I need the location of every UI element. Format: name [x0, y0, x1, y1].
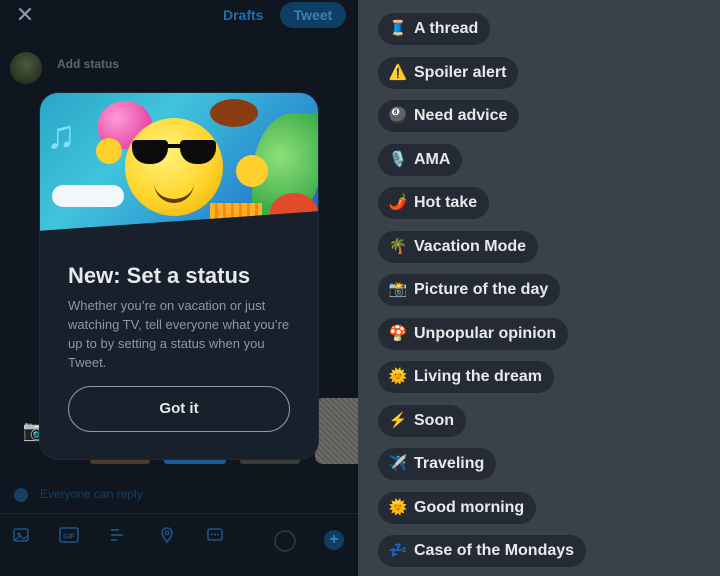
status-option-label: Soon — [414, 412, 454, 429]
heart-eyes-face-emoji — [236, 155, 268, 187]
status-option-soon[interactable]: ⚡ Soon — [378, 405, 466, 437]
music-note-icon: ♫ — [46, 113, 76, 157]
status-option-label: Spoiler alert — [414, 64, 507, 81]
modal-body: Whether you’re on vacation or just watch… — [68, 298, 290, 370]
close-icon[interactable]: ✕ — [14, 4, 36, 26]
status-option-vacation-mode[interactable]: 🌴 Vacation Mode — [378, 231, 539, 263]
gif-label: GIF — [63, 534, 75, 541]
football-illustration — [210, 99, 258, 127]
status-option-label: Hot take — [414, 194, 478, 211]
camera-flash-icon: 📸 — [388, 281, 408, 298]
poll-icon[interactable] — [106, 526, 128, 548]
sun-icon: 🌞 — [388, 368, 408, 385]
drafts-link[interactable]: Drafts — [223, 7, 263, 23]
image-icon[interactable] — [10, 526, 32, 548]
airplane-illustration — [52, 185, 124, 207]
avatar — [10, 52, 42, 84]
status-option-traveling[interactable]: ✈️ Traveling — [378, 448, 497, 480]
status-option-ama[interactable]: 🎙️ AMA — [378, 144, 463, 176]
compose-panel: ✕ Drafts Tweet Add status 📷 Everyone can… — [0, 0, 358, 576]
palm-tree-icon: 🌴 — [388, 238, 408, 255]
winking-face-emoji — [96, 138, 122, 164]
status-option-label: Need advice — [414, 107, 508, 124]
status-option-spoiler-alert[interactable]: ⚠️ Spoiler alert — [378, 57, 519, 89]
compose-toolbar: GIF — [0, 526, 358, 556]
airplane-icon: ✈️ — [388, 455, 408, 472]
add-tweet-button[interactable]: + — [324, 530, 344, 550]
status-option-label: Living the dream — [414, 368, 543, 385]
status-option-hot-take[interactable]: 🌶️ Hot take — [378, 187, 490, 219]
add-status-button[interactable]: Add status — [57, 57, 119, 71]
status-option-living-the-dream[interactable]: 🌞 Living the dream — [378, 361, 555, 393]
status-option-picture-of-the-day[interactable]: 📸 Picture of the day — [378, 274, 561, 306]
status-option-good-morning[interactable]: 🌞 Good morning — [378, 492, 537, 524]
modal-title: New: Set a status — [68, 263, 251, 288]
status-option-case-of-the-mondays[interactable]: 💤 Case of the Mondays — [378, 535, 587, 567]
status-announcement-modal: ♫ New: Set a status Whether you’re on va… — [40, 93, 318, 459]
sunglasses-illustration — [132, 140, 218, 168]
eight-ball-icon: 🎱 — [388, 107, 408, 124]
status-option-label: Good morning — [414, 499, 525, 516]
got-it-button[interactable]: Got it — [68, 386, 290, 432]
media-thumbnail[interactable] — [315, 398, 358, 464]
mushroom-icon: 🍄 — [388, 325, 408, 342]
chili-pepper-icon: 🌶️ — [388, 194, 408, 211]
status-list-panel: 🧵 A thread ⚠️ Spoiler alert 🎱 Need advice 🎙… — [358, 0, 720, 576]
status-option-label: Case of the Mondays — [414, 542, 575, 559]
location-icon[interactable] — [156, 526, 178, 548]
status-option-label: Unpopular opinion — [414, 325, 557, 342]
sun-face-icon: 🌞 — [388, 499, 408, 516]
status-option-label: A thread — [414, 20, 479, 37]
schedule-icon[interactable] — [204, 526, 226, 548]
sleeping-icon: 💤 — [388, 542, 408, 559]
warning-icon: ⚠️ — [388, 64, 408, 81]
lightning-icon: ⚡ — [388, 412, 408, 429]
character-counter — [274, 530, 296, 552]
reply-setting[interactable]: Everyone can reply — [14, 487, 143, 502]
microphone-icon: 🎙️ — [388, 151, 408, 168]
modal-hero-illustration: ♫ — [40, 93, 318, 235]
tweet-button[interactable]: Tweet — [280, 2, 346, 28]
reply-setting-label: Everyone can reply — [40, 487, 143, 501]
status-option-label: AMA — [414, 151, 451, 168]
status-option-label: Traveling — [414, 455, 485, 472]
status-option-label: Vacation Mode — [414, 238, 527, 255]
globe-icon — [14, 487, 28, 502]
thread-icon: 🧵 — [388, 20, 408, 37]
divider — [0, 513, 358, 514]
status-option-a-thread[interactable]: 🧵 A thread — [378, 13, 491, 45]
status-option-label: Picture of the day — [414, 281, 549, 298]
status-option-need-advice[interactable]: 🎱 Need advice — [378, 100, 520, 132]
status-option-unpopular-opinion[interactable]: 🍄 Unpopular opinion — [378, 318, 569, 350]
gif-icon[interactable]: GIF — [58, 526, 80, 548]
